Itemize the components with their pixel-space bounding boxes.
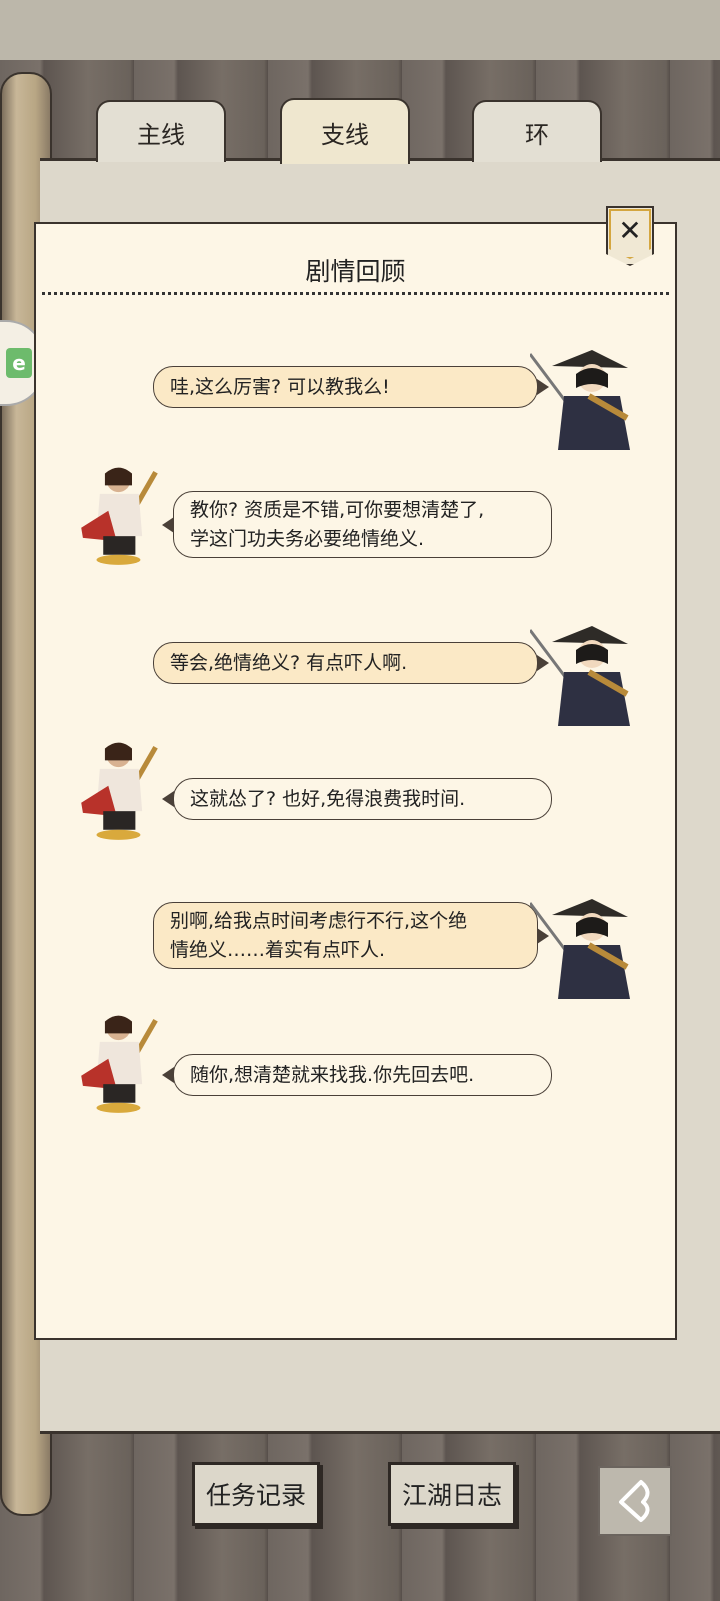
player-avatar-3 [530,899,630,999]
dialogue-text: 随你,想清楚就来找我.你先回去吧. [190,1063,475,1086]
dialogue-text-line-2: 情绝义……着实有点吓人. [170,938,386,961]
dialogue-text: 哇,这么厉害? 可以教我么! [170,375,390,398]
dialogue-bubble-6: 随你,想清楚就来找我.你先回去吧. [162,1054,552,1096]
close-button[interactable]: ✕ [606,206,654,266]
task-record-button[interactable]: 任务记录 [192,1462,320,1526]
dialogue-text: 等会,绝情绝义? 有点吓人啊. [170,651,408,674]
dialogue-text-line-1: 别啊,给我点时间考虑行不行,这个绝 [170,909,468,932]
status-bar [0,0,720,60]
close-icon: ✕ [618,214,642,247]
dialogue-bubble-4: 这就怂了? 也好,免得浪费我时间. [162,778,552,820]
back-button[interactable] [598,1466,672,1536]
app-icon: e [6,348,32,378]
master-avatar-1 [81,467,158,565]
tab-side[interactable]: 支线 [280,98,410,164]
player-avatar-1 [530,350,630,450]
tab-ring[interactable]: 环 [472,100,602,162]
dialogue-text: 这就怂了? 也好,免得浪费我时间. [190,787,466,810]
dialogue-text-line-1: 教你? 资质是不错,可你要想清楚了, [190,498,485,521]
dialogue-bubble-2: 教你? 资质是不错,可你要想清楚了, 学这门功夫务必要绝情绝义. [162,491,552,558]
tab-main[interactable]: 主线 [96,100,226,162]
dialogue-bubble-1: 哇,这么厉害? 可以教我么! [153,366,549,408]
player-avatar-2 [530,626,630,726]
dialogue-text-line-2: 学这门功夫务必要绝情绝义. [190,527,425,550]
dialogue-bubble-3: 等会,绝情绝义? 有点吓人啊. [153,642,549,684]
panel-title: 剧情回顾 [305,257,406,286]
jianghu-log-button[interactable]: 江湖日志 [388,1462,516,1526]
divider [42,292,669,295]
master-avatar-2 [81,742,158,840]
back-arrow-icon [619,1480,650,1522]
dialogue-bubble-5: 别啊,给我点时间考虑行不行,这个绝 情绝义……着实有点吓人. [153,902,549,969]
master-avatar-3 [81,1015,158,1113]
